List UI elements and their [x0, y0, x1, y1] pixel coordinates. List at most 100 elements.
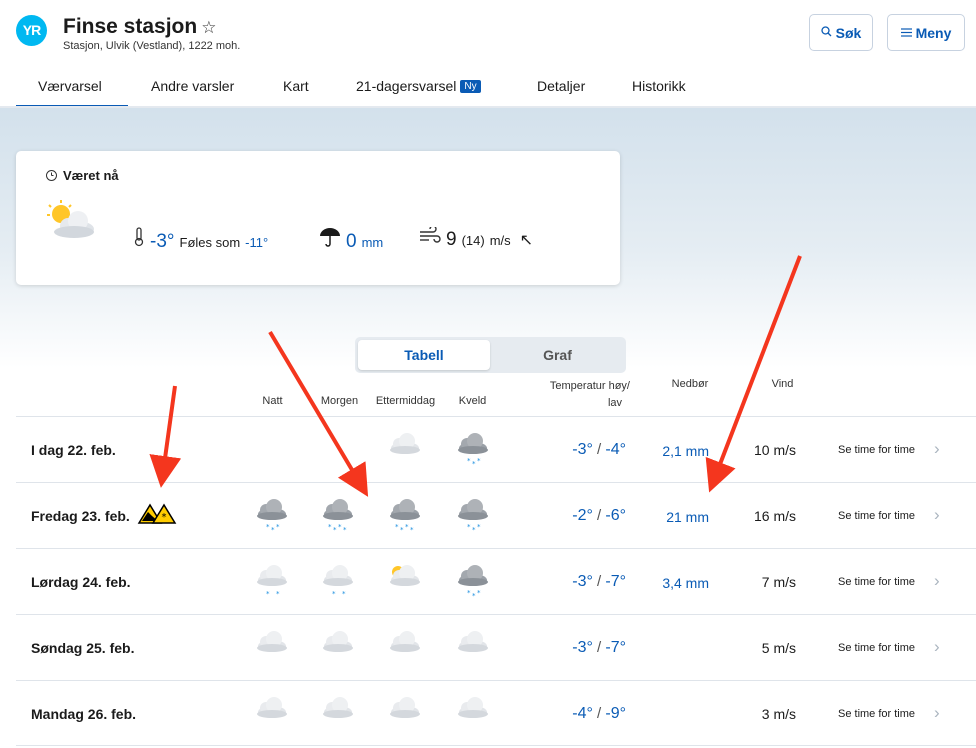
view-toggle: Tabell Graf [355, 337, 626, 373]
wind-speed: 3 m/s [761, 706, 796, 722]
hourly-link[interactable]: Se time for time [838, 576, 915, 588]
svg-text:*: * [342, 590, 346, 598]
tab-map[interactable]: Kart [260, 72, 333, 108]
light-snow-cloud-icon: * * [318, 563, 358, 603]
forecast-row[interactable]: Søndag 25. feb. -3° / -7° 5 m/s Se time for… [16, 614, 976, 680]
temperature-value: -3° [150, 231, 175, 252]
cloud-icon [318, 629, 358, 669]
temperature-separator: / [592, 639, 606, 656]
temperature-high-low: -3° / -4° [516, 441, 626, 459]
feels-like-value: -11° [245, 235, 269, 250]
wind-speed: 9 [446, 229, 457, 250]
temperature-low: -9° [605, 705, 626, 722]
tab-label: 21-dagersvarsel [356, 78, 457, 94]
tab-label: Værvarsel [38, 78, 102, 94]
hourly-link[interactable]: Se time for time [838, 642, 915, 654]
temperature-separator: / [592, 507, 606, 524]
heavy-snow-cloud-icon: * * * * [318, 497, 358, 537]
hourly-link[interactable]: Se time for time [838, 510, 915, 522]
column-temperature-line2: lav [607, 397, 622, 409]
svg-text:*: * [276, 590, 280, 598]
svg-text:*: * [472, 592, 476, 600]
wind-gust: (14) [461, 233, 485, 248]
yr-logo[interactable]: YR [16, 15, 47, 46]
forecast-row[interactable]: Mandag 26. feb. -4° / -9° 3 m/s Se time for… [16, 680, 976, 746]
cloud-icon [453, 695, 493, 735]
svg-text:*: * [162, 512, 167, 523]
favorite-star-icon[interactable]: ☆ [201, 18, 216, 37]
temperature-low: -7° [605, 639, 626, 656]
temperature-low: -4° [605, 441, 626, 458]
svg-text:*: * [472, 460, 476, 468]
new-badge: Ny [460, 80, 481, 93]
temperature-low: -7° [605, 573, 626, 590]
forecast-table: I dag 22. feb. * * * -3° / -4° 2,1 mm 10 m/s Se… [16, 416, 976, 746]
chevron-right-icon: › [934, 439, 940, 458]
tab-21-day-forecast[interactable]: 21-dagersvarsel Ny [333, 72, 515, 108]
hourly-link[interactable]: Se time for time [838, 444, 915, 456]
svg-text:*: * [333, 526, 337, 534]
avalanche-warning-icon[interactable]: * [137, 503, 177, 530]
feels-like-label: Føles som [179, 235, 241, 250]
partly-cloudy-icon [44, 199, 100, 248]
tab-details[interactable]: Detaljer [515, 72, 612, 108]
wind-icon [419, 225, 441, 248]
svg-text:*: * [328, 523, 332, 531]
temperature-high: -2° [572, 507, 593, 524]
search-button[interactable]: Søk [809, 14, 873, 51]
thermometer-icon [133, 227, 145, 250]
column-afternoon: Ettermiddag [375, 395, 436, 407]
light-snow-cloud-icon: * * [252, 563, 292, 603]
forecast-row[interactable]: Lørdag 24. feb. * * * * * * * -3° / -7° 3,4 mm 7 m… [16, 548, 976, 614]
column-morning: Morgen [320, 395, 359, 407]
cloud-icon [318, 695, 358, 735]
temperature-low: -6° [605, 507, 626, 524]
column-wind: Vind [771, 378, 794, 390]
forecast-row[interactable]: I dag 22. feb. * * * -3° / -4° 2,1 mm 10 m/s Se… [16, 416, 976, 482]
cloud-icon [385, 695, 425, 735]
svg-text:*: * [400, 526, 404, 534]
svg-text:*: * [472, 526, 476, 534]
temperature-high-low: -4° / -9° [516, 705, 626, 723]
temperature-separator: / [592, 705, 606, 722]
svg-text:*: * [266, 523, 270, 531]
precipitation-amount: 2,1 mm [662, 443, 709, 459]
forecast-row[interactable]: Fredag 23. feb. * * * * * * * * * * * * * * * -2° / -6° 2… [16, 482, 976, 548]
wind-speed: 16 m/s [753, 508, 796, 524]
tab-forecast[interactable]: Værvarsel [16, 72, 128, 108]
main-tabs: Værvarsel Andre varsler Kart 21-dagersva… [16, 72, 732, 108]
cloud-icon [385, 431, 425, 471]
search-icon [821, 25, 832, 40]
precipitation-unit: mm [361, 235, 384, 250]
wind-speed: 10 m/s [753, 442, 796, 458]
svg-text:*: * [477, 523, 481, 531]
precipitation-value: 0 [346, 231, 357, 252]
current-weather-card: Været nå -3° Føles som -11° 0 mm 9 (14) … [16, 151, 620, 285]
temperature-high-low: -3° / -7° [516, 639, 626, 657]
snow-cloud-icon: * * * [252, 497, 292, 537]
cloud-icon [252, 629, 292, 669]
snow-cloud-icon: * * * [453, 563, 493, 603]
wind-speed: 5 m/s [761, 640, 796, 656]
row-date: I dag 22. feb. [31, 442, 116, 458]
hamburger-icon [900, 26, 912, 40]
snow-cloud-icon: * * * [453, 497, 493, 537]
graph-view-button[interactable]: Graf [492, 340, 623, 370]
table-view-button[interactable]: Tabell [358, 340, 490, 370]
svg-text:*: * [477, 589, 481, 597]
umbrella-icon [319, 227, 341, 250]
tab-other-warnings[interactable]: Andre varsler [128, 72, 260, 108]
hourly-link[interactable]: Se time for time [838, 708, 915, 720]
temperature-high: -4° [572, 705, 593, 722]
menu-button[interactable]: Meny [887, 14, 965, 51]
tab-history[interactable]: Historikk [612, 72, 732, 108]
temperature-high-low: -3° / -7° [516, 573, 626, 591]
chevron-right-icon: › [934, 637, 940, 656]
svg-text:*: * [395, 523, 399, 531]
svg-text:*: * [477, 457, 481, 465]
column-precipitation: Nedbør [671, 378, 709, 390]
svg-text:*: * [343, 526, 347, 534]
svg-text:*: * [467, 457, 471, 465]
temperature-separator: / [592, 573, 606, 590]
precipitation-amount: 21 mm [666, 509, 709, 525]
